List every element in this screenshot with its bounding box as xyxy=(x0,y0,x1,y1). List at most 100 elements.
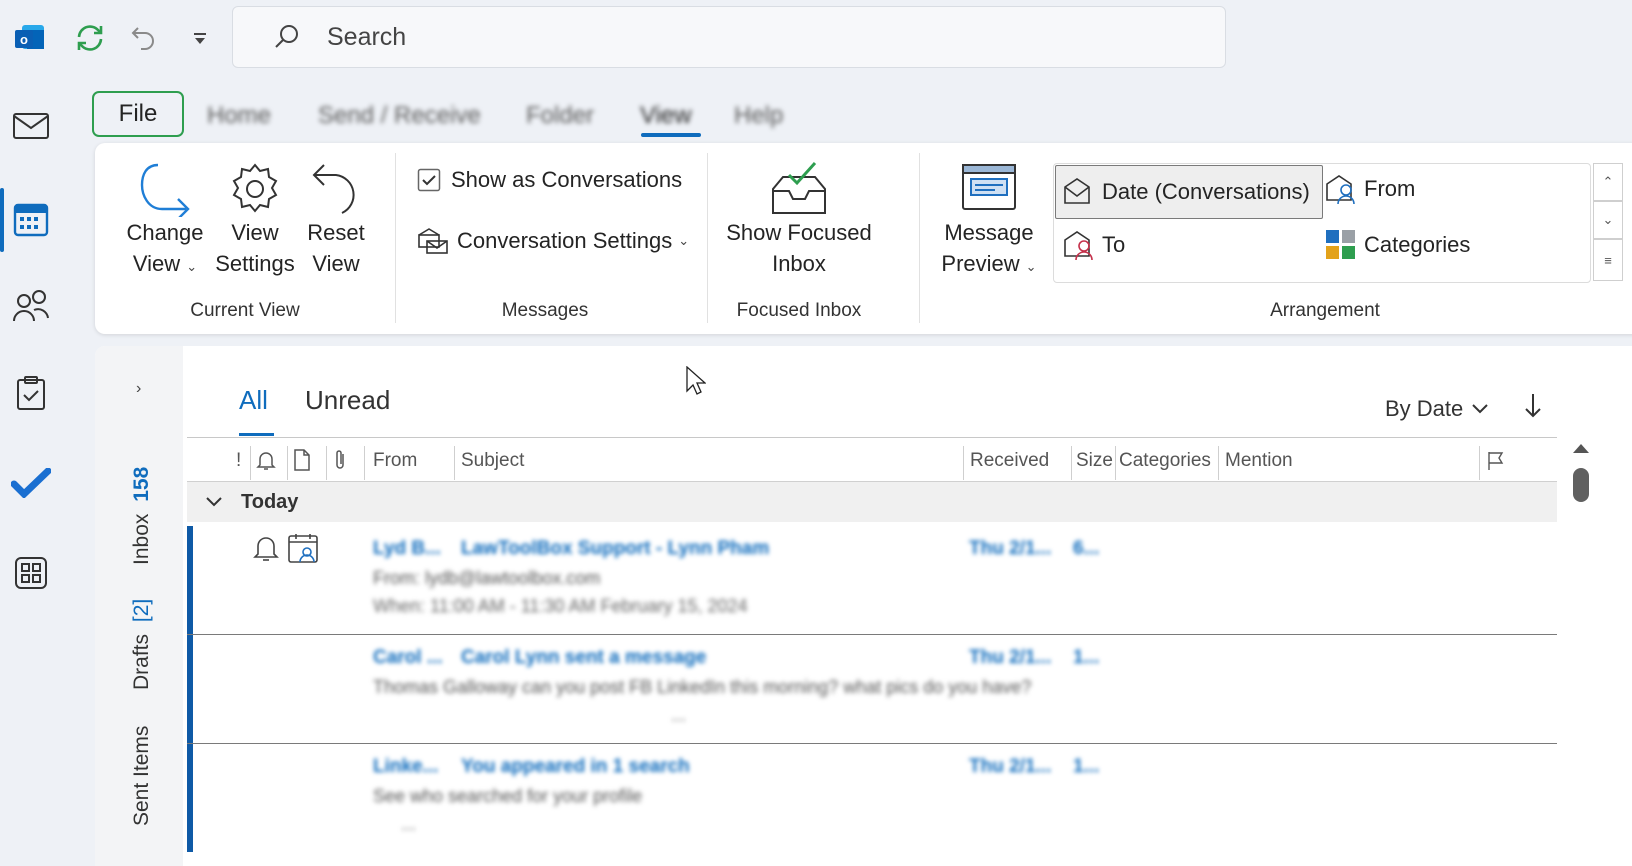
calendar-icon[interactable] xyxy=(8,196,54,242)
col-importance[interactable]: ! xyxy=(236,450,241,472)
folder-inbox-label: Inbox xyxy=(130,513,153,565)
people-icon[interactable] xyxy=(8,283,54,329)
sort-dropdown[interactable]: By Date xyxy=(1385,396,1489,422)
chevron-down-icon: ⌄ xyxy=(678,233,690,248)
item-type-icon[interactable] xyxy=(292,448,312,477)
col-subject[interactable]: Subject xyxy=(461,450,524,472)
folder-sent-items[interactable]: Sent Items xyxy=(130,726,154,826)
folder-drafts-label: Drafts xyxy=(130,633,153,690)
scroll-up-icon[interactable] xyxy=(1570,440,1592,456)
col-categories[interactable]: Categories xyxy=(1119,450,1211,472)
search-input[interactable]: Search xyxy=(327,23,406,52)
message-from: Carol ... xyxy=(373,647,443,668)
message-preview-button[interactable]: Message Preview ⌄ xyxy=(931,155,1047,282)
arrangement-date-conversations[interactable]: Date (Conversations) xyxy=(1055,165,1323,219)
ribbon-separator xyxy=(395,153,396,323)
arrangement-to-label: To xyxy=(1102,232,1126,257)
view-settings-button[interactable]: View Settings xyxy=(205,155,305,279)
show-as-conversations-label: Show as Conversations xyxy=(451,167,683,192)
column-divider xyxy=(364,446,365,480)
conversation-settings-label: Conversation Settings xyxy=(457,228,673,253)
group-label-current-view: Current View xyxy=(190,300,300,321)
expand-folder-pane-icon[interactable]: › xyxy=(136,380,141,398)
folder-inbox[interactable]: Inbox 158 xyxy=(130,467,154,565)
gallery-scroll-up-icon[interactable]: ⌃ xyxy=(1593,163,1623,201)
search-box[interactable]: Search xyxy=(232,6,1226,68)
show-focused-inbox-button[interactable]: Show Focused Inbox xyxy=(713,155,885,279)
col-from[interactable]: From xyxy=(373,450,417,472)
message-row[interactable]: Linke... You appeared in 1 search Thu 2/… xyxy=(187,744,1557,852)
arrangement-from-label: From xyxy=(1364,176,1416,201)
unread-indicator xyxy=(187,744,193,852)
column-divider xyxy=(454,446,455,480)
gallery-more-icon[interactable]: ≡ xyxy=(1593,239,1623,281)
envelope-open-icon xyxy=(1064,178,1090,204)
flag-icon[interactable] xyxy=(1486,450,1506,477)
search-icon xyxy=(271,22,301,52)
tab-all[interactable]: All xyxy=(239,385,268,416)
tasks-icon[interactable] xyxy=(8,370,54,416)
message-preview: From: lydb@lawtoolbox.com xyxy=(373,568,601,588)
message-subject: Carol Lynn sent a message xyxy=(461,647,707,668)
show-as-conversations-checkbox[interactable]: Show as Conversations xyxy=(417,167,682,193)
group-header-today[interactable]: Today xyxy=(187,482,1557,522)
col-size[interactable]: Size xyxy=(1076,450,1113,472)
tab-folder[interactable]: Folder xyxy=(526,94,594,138)
tab-view[interactable]: View xyxy=(640,94,692,138)
attachment-icon[interactable] xyxy=(331,448,349,477)
sync-icon[interactable] xyxy=(70,18,110,58)
ribbon-separator xyxy=(707,153,708,323)
arrangement-from[interactable]: From xyxy=(1324,172,1415,206)
categories-icon xyxy=(1326,230,1355,259)
col-received[interactable]: Received xyxy=(970,450,1049,472)
focused-inbox-icon xyxy=(713,155,885,217)
message-preview-label-1: Message xyxy=(944,220,1034,245)
reset-view-label-2: View xyxy=(312,251,360,276)
group-label-focused-inbox: Focused Inbox xyxy=(736,300,862,321)
sort-direction-icon[interactable] xyxy=(1524,392,1542,425)
arrangement-categories-label: Categories xyxy=(1364,232,1471,257)
tab-file[interactable]: File xyxy=(92,91,184,137)
reset-view-label-1: Reset xyxy=(307,220,365,245)
todo-icon[interactable] xyxy=(8,460,54,506)
to-icon xyxy=(1064,231,1093,261)
message-preview-2: ... xyxy=(671,705,687,725)
message-subject: You appeared in 1 search xyxy=(461,756,690,777)
tab-send-receive[interactable]: Send / Receive xyxy=(318,94,481,138)
view-settings-label-2: Settings xyxy=(215,251,295,276)
customize-toolbar-icon[interactable] xyxy=(180,18,220,58)
arrangement-categories[interactable]: Categories xyxy=(1324,228,1470,262)
message-size: 6... xyxy=(1073,538,1100,559)
svg-text:o: o xyxy=(20,32,28,47)
message-preview: Thomas Galloway can you post FB LinkedIn… xyxy=(373,677,1032,697)
change-view-label-1: Change xyxy=(126,220,204,245)
column-divider xyxy=(287,446,288,480)
title-bar: o Search xyxy=(0,0,1632,80)
undo-icon[interactable] xyxy=(124,18,164,58)
change-view-button[interactable]: Change View ⌄ xyxy=(115,155,215,282)
apps-icon[interactable] xyxy=(8,550,54,596)
message-preview-label-2: Preview xyxy=(941,251,1020,276)
message-subject: LawToolBox Support - Lynn Pham xyxy=(461,538,770,559)
tab-view-underline xyxy=(641,133,701,137)
reset-view-button[interactable]: Reset View xyxy=(291,155,381,279)
tab-unread[interactable]: Unread xyxy=(305,385,390,416)
conversation-settings-button[interactable]: Conversation Settings ⌄ xyxy=(417,227,689,255)
message-preview-2: When: 11:00 AM - 11:30 AM February 15, 2… xyxy=(373,596,748,616)
outlook-logo-icon: o xyxy=(10,18,50,58)
mail-icon[interactable] xyxy=(8,103,54,149)
col-mention[interactable]: Mention xyxy=(1225,450,1293,472)
reminder-bell-icon[interactable] xyxy=(254,448,278,477)
message-row[interactable]: Carol ... Carol Lynn sent a message Thu … xyxy=(187,635,1557,744)
meeting-icon xyxy=(287,532,321,569)
gallery-scroll-down-icon[interactable]: ⌄ xyxy=(1593,201,1623,239)
column-divider xyxy=(326,446,327,480)
arrangement-to[interactable]: To xyxy=(1062,228,1125,262)
tab-help[interactable]: Help xyxy=(734,94,783,138)
tab-home[interactable]: Home xyxy=(207,94,271,138)
message-row[interactable]: Lyd B... LawToolBox Support - Lynn Pham … xyxy=(187,526,1557,635)
scrollbar-thumb[interactable] xyxy=(1573,468,1589,502)
folder-drafts[interactable]: Drafts [2] xyxy=(130,599,154,690)
group-label-arrangement: Arrangement xyxy=(1270,300,1380,321)
column-divider xyxy=(963,446,964,480)
